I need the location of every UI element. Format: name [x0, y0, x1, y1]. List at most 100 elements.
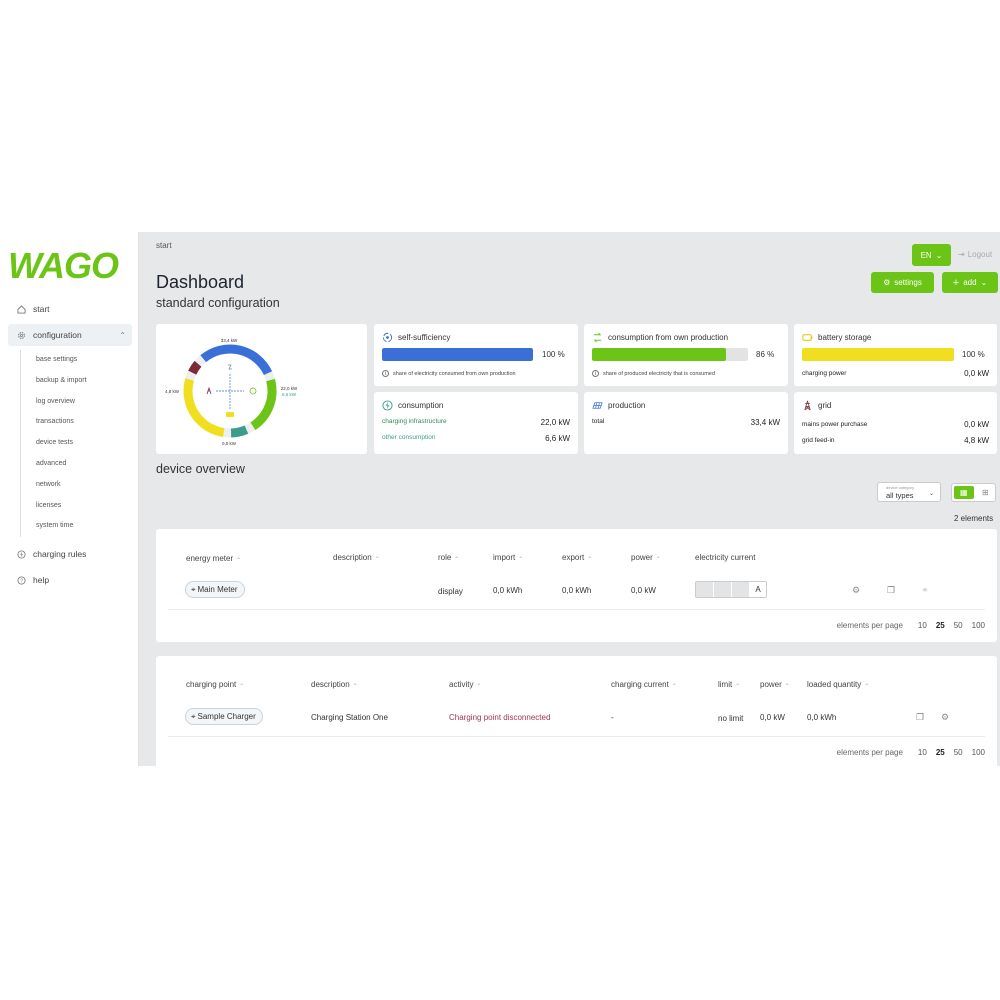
sort-icon: ⌃ — [476, 684, 482, 690]
page-size-25[interactable]: 25 — [936, 748, 945, 757]
column-header-charging-current[interactable]: charging current ⌃ — [611, 679, 677, 690]
row-divider — [168, 609, 985, 610]
column-header-power[interactable]: power ⌃ — [631, 552, 661, 563]
charging-infrastructure-label: charging infrastructure — [382, 418, 447, 425]
own-production-value: 86 % — [756, 350, 775, 359]
sort-icon: ⌃ — [735, 684, 741, 690]
copy-icon[interactable]: ❐ — [885, 584, 897, 596]
flow-center-icons — [206, 364, 257, 417]
column-header-power[interactable]: power ⌃ — [760, 679, 790, 690]
charging-power-value: 0,0 kW — [964, 369, 989, 378]
sidebar-item-charging-rules[interactable]: charging rules — [8, 543, 132, 565]
column-header-charging-point[interactable]: charging point ⌃ — [186, 679, 244, 690]
page-size-10[interactable]: 10 — [918, 621, 927, 630]
home-icon — [16, 304, 27, 315]
card-title: consumption — [398, 401, 444, 410]
row-divider — [168, 736, 985, 737]
logout-label: Logout — [967, 250, 993, 259]
battery-value: 100 % — [962, 350, 985, 359]
column-header-activity[interactable]: activity ⌃ — [449, 679, 481, 690]
gear-icon[interactable]: ⚙ — [939, 711, 951, 723]
sort-icon: ⌃ — [784, 684, 790, 690]
grid-view-icon[interactable]: ⊞ — [976, 484, 996, 501]
note-text: share of electricity consumed from own p… — [393, 370, 516, 377]
sidebar-item-help[interactable]: ? help — [8, 569, 132, 591]
svg-text:?: ? — [20, 578, 23, 584]
ring-segment-consumption — [250, 378, 277, 430]
sidebar-item-configuration[interactable]: configuration ⌃ — [8, 324, 132, 346]
other-consumption-label: other consumption — [382, 434, 436, 441]
gear-icon[interactable]: ⚙ — [850, 584, 862, 596]
battery-storage-card: battery storage 100 % charging power 0,0… — [794, 324, 997, 386]
page-size-50[interactable]: 50 — [954, 748, 963, 757]
charger-description: Charging Station One — [311, 713, 388, 722]
settings-button[interactable]: ⚙ settings — [871, 272, 934, 293]
charger-limit: no limit — [718, 714, 744, 723]
other-consumption-value: 6,6 kW — [545, 434, 570, 443]
submenu-item-system-time[interactable]: system time — [36, 516, 132, 537]
submenu-item-licenses[interactable]: licenses — [36, 496, 132, 517]
breadcrumb[interactable]: start — [156, 241, 172, 250]
submenu-item-device-tests[interactable]: device tests — [36, 433, 132, 454]
column-header-limit[interactable]: limit ⌃ — [718, 679, 740, 690]
note-text: share of produced electricity that is co… — [603, 370, 715, 377]
charger-loaded-quantity: 0,0 kWh — [807, 713, 837, 722]
logout-button[interactable]: ⇥ Logout — [958, 250, 992, 259]
chevron-down-icon: ⌄ — [980, 278, 988, 287]
card-title: consumption from own production — [608, 333, 729, 342]
page-size-100[interactable]: 100 — [972, 621, 985, 630]
copy-icon[interactable]: ❐ — [914, 711, 926, 723]
main-meter-chip[interactable]: ⌖ Main Meter — [185, 581, 245, 598]
own-production-card: consumption from own production 86 % i s… — [584, 324, 788, 386]
pagination: elements per page 10 25 50 100 — [837, 621, 985, 630]
language-button[interactable]: EN ⌄ — [912, 244, 951, 266]
cycle-icon — [382, 332, 393, 343]
sort-icon: ⌃ — [374, 557, 380, 563]
elements-count: 2 elements — [954, 514, 994, 523]
column-header-energy-meter[interactable]: energy meter ⌃ — [186, 553, 241, 564]
submenu-item-base-settings[interactable]: base settings — [36, 350, 132, 371]
column-header-loaded-quantity[interactable]: loaded quantity ⌃ — [807, 679, 869, 690]
column-header-description[interactable]: description ⌃ — [311, 679, 358, 690]
sample-charger-chip[interactable]: ⌖ Sample Charger — [185, 708, 263, 725]
chevron-down-icon: ⌄ — [935, 250, 943, 260]
configuration-submenu: base settings backup & import log overvi… — [20, 350, 132, 538]
column-header-role[interactable]: role ⌃ — [438, 552, 459, 563]
info-icon: i — [592, 370, 599, 377]
charging-power-label: charging power — [802, 370, 847, 377]
column-header-electricity-current: electricity current — [695, 553, 756, 562]
card-header: consumption from own production — [592, 332, 728, 343]
wago-logo[interactable]: WAGO — [8, 248, 130, 282]
consumer-icon — [249, 387, 257, 395]
column-header-description[interactable]: description ⌃ — [333, 552, 380, 563]
submenu-item-advanced[interactable]: advanced — [36, 454, 132, 475]
page-size-50[interactable]: 50 — [954, 621, 963, 630]
sidebar-nav: start configuration ⌃ base settings back… — [8, 298, 132, 595]
total-value: 33,4 kW — [750, 418, 780, 427]
add-button[interactable]: + add ⌄ — [942, 272, 998, 293]
chevron-up-icon[interactable]: ⌃ — [119, 331, 126, 340]
sort-icon: ⌃ — [587, 557, 593, 563]
sidebar-item-start[interactable]: start — [8, 298, 132, 320]
flow-label-top: 33,4 kW — [221, 338, 238, 343]
submenu-item-backup-import[interactable]: backup & import — [36, 371, 132, 392]
page-size-25[interactable]: 25 — [936, 621, 945, 630]
pagination-label: elements per page — [836, 748, 903, 757]
meter-role: display — [438, 587, 463, 596]
submenu-item-network[interactable]: network — [36, 475, 132, 496]
flow-label-right-2: 6,6 kW — [282, 392, 297, 397]
column-header-export[interactable]: export ⌃ — [562, 552, 592, 563]
mains-power-purchase-label: mains power purchase — [802, 421, 868, 428]
card-title: battery storage — [818, 333, 872, 342]
bolt-circle-icon — [382, 400, 393, 411]
submenu-item-transactions[interactable]: transactions — [36, 412, 132, 433]
solar-panel-icon — [228, 364, 232, 370]
pagination-label: elements per page — [836, 621, 903, 630]
column-header-import[interactable]: import ⌃ — [493, 552, 523, 563]
table-view-icon[interactable]: ▦ — [954, 486, 974, 499]
link-icon[interactable]: ⚭ — [919, 584, 931, 596]
page-size-100[interactable]: 100 — [972, 748, 985, 757]
page-size-10[interactable]: 10 — [918, 748, 927, 757]
submenu-item-log-overview[interactable]: log overview — [36, 392, 132, 413]
device-category-select[interactable]: device category all types ⌄ — [877, 482, 941, 502]
